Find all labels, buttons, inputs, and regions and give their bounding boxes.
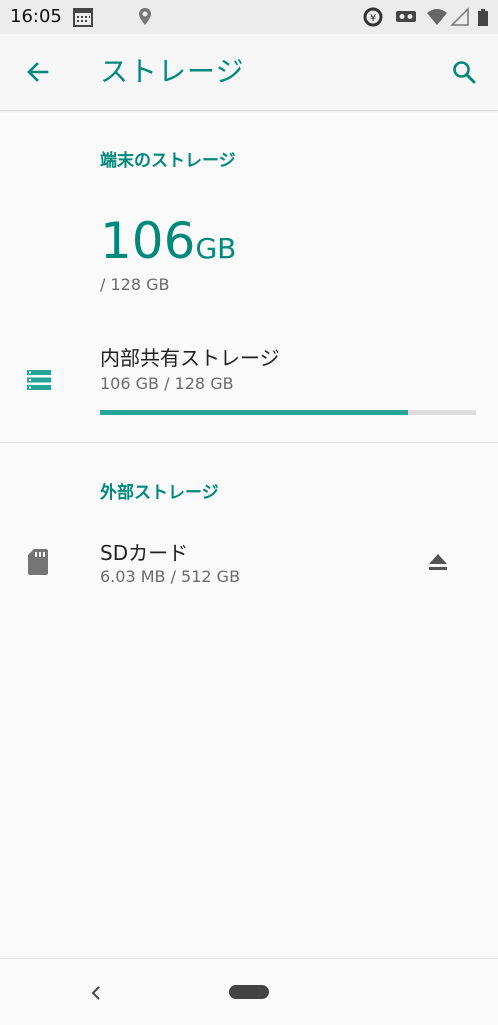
search-button[interactable]	[446, 54, 482, 90]
section-divider	[0, 442, 498, 443]
back-button[interactable]	[20, 54, 56, 90]
arrow-back-icon	[27, 62, 49, 82]
navigation-bar	[0, 958, 498, 1025]
internal-storage-progress	[100, 410, 476, 415]
signal-icon	[450, 6, 472, 28]
sd-card-summary: 6.03 MB / 512 GB	[100, 567, 241, 586]
search-icon	[453, 61, 476, 84]
nav-home-button[interactable]	[229, 985, 269, 999]
internal-storage-item[interactable]: 内部共有ストレージ 106 GB / 128 GB	[0, 330, 498, 430]
internal-storage-summary: 106 GB / 128 GB	[100, 374, 234, 393]
eject-icon	[429, 554, 447, 570]
internal-storage-progress-fill	[100, 410, 409, 415]
section-header-external-storage: 外部ストレージ	[100, 483, 219, 503]
used-storage-unit: GB	[195, 232, 237, 265]
location-icon	[134, 6, 156, 28]
storage-icon	[26, 368, 52, 396]
wifi-icon	[426, 6, 448, 28]
page-title: ストレージ	[100, 55, 245, 88]
app-bar: ストレージ	[0, 34, 498, 111]
status-time: 16:05	[10, 6, 62, 27]
vr-icon	[394, 6, 416, 28]
nav-back-button[interactable]	[84, 981, 108, 1005]
total-storage-label: / 128 GB	[100, 275, 170, 294]
svg-text:¥: ¥	[370, 13, 376, 24]
eject-button[interactable]	[424, 548, 452, 576]
nav-back-icon	[91, 986, 100, 1000]
sd-card-title: SDカード	[100, 541, 189, 565]
calendar-icon	[72, 6, 94, 28]
internal-storage-title: 内部共有ストレージ	[100, 346, 280, 370]
battery-icon	[476, 6, 490, 28]
used-storage-summary: 106GB	[100, 212, 236, 270]
used-storage-value: 106	[100, 212, 196, 270]
sd-card-icon	[26, 547, 50, 581]
section-header-device-storage: 端末のストレージ	[100, 151, 236, 171]
status-bar: 16:05 ¥	[0, 0, 498, 34]
data-saver-icon: ¥	[362, 6, 384, 28]
